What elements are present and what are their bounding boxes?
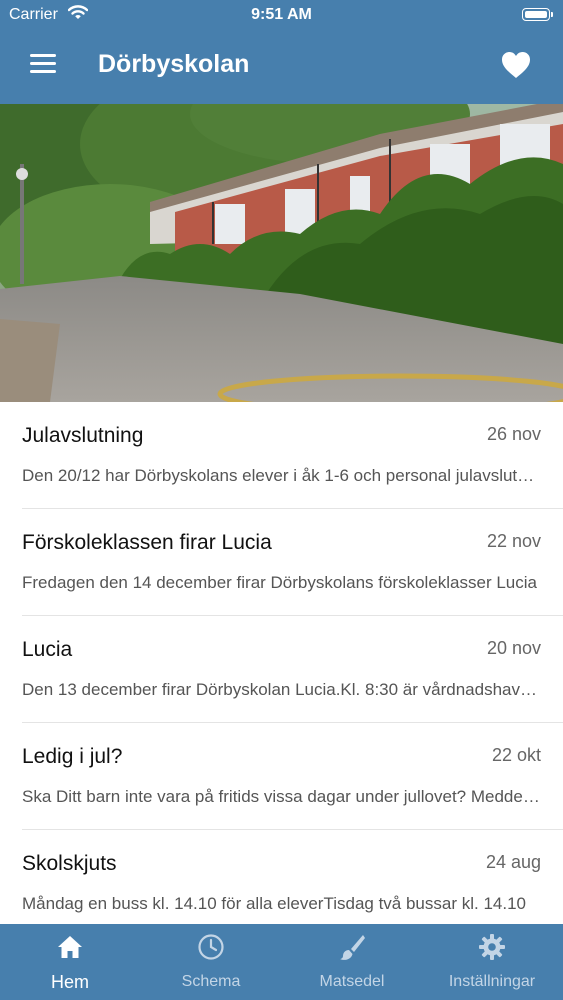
tab-settings[interactable]: Inställningar bbox=[422, 924, 562, 1000]
news-date: 24 aug bbox=[485, 852, 541, 872]
tab-home[interactable]: Hem bbox=[0, 924, 140, 1000]
hamburger-menu-button[interactable] bbox=[30, 54, 58, 78]
news-excerpt: Den 13 december firar Dörbyskolan Lucia.… bbox=[22, 680, 542, 699]
gear-icon bbox=[479, 934, 505, 960]
news-item[interactable]: Skolskjuts 24 aug Måndag en buss kl. 14.… bbox=[22, 830, 563, 937]
news-title: Ledig i jul? bbox=[22, 745, 123, 768]
news-date: 26 nov bbox=[486, 424, 541, 444]
brush-icon bbox=[340, 935, 365, 960]
tab-label: Inställningar bbox=[448, 973, 536, 990]
page-title: Dörbyskolan bbox=[98, 50, 250, 78]
news-date: 22 nov bbox=[486, 531, 541, 551]
news-title: Lucia bbox=[22, 638, 73, 661]
news-date: 20 nov bbox=[486, 638, 541, 658]
tab-menu[interactable]: Matsedel bbox=[282, 924, 422, 1000]
home-icon bbox=[58, 936, 82, 958]
hero-image bbox=[0, 104, 563, 402]
tab-label: Hem bbox=[50, 972, 89, 992]
news-title: Julavslutning bbox=[22, 424, 144, 447]
status-time: 9:51 AM bbox=[251, 6, 312, 23]
news-title: Förskoleklassen firar Lucia bbox=[22, 531, 272, 554]
heart-icon[interactable] bbox=[500, 50, 532, 80]
app-header: Carrier 9:51 AM Dörbyskolan bbox=[0, 0, 563, 104]
news-list: Julavslutning 26 nov Den 20/12 har Dörby… bbox=[0, 402, 563, 937]
news-date: 22 okt bbox=[491, 745, 541, 765]
news-item[interactable]: Ledig i jul? 22 okt Ska Ditt barn inte v… bbox=[22, 723, 563, 830]
tab-schedule[interactable]: Schema bbox=[141, 924, 281, 1000]
hamburger-icon-line bbox=[30, 62, 56, 65]
news-title: Skolskjuts bbox=[22, 852, 117, 875]
news-excerpt: Fredagen den 14 december firar Dörbyskol… bbox=[22, 573, 537, 592]
status-bar: Carrier 9:51 AM bbox=[0, 0, 563, 30]
school-photo bbox=[0, 104, 563, 402]
hamburger-icon-line bbox=[30, 70, 56, 73]
tab-bar: Hem Schema Matsedel Inställningar bbox=[0, 924, 563, 1000]
news-item[interactable]: Julavslutning 26 nov Den 20/12 har Dörby… bbox=[22, 402, 563, 509]
news-excerpt: Ska Ditt barn inte vara på fritids vissa… bbox=[22, 787, 542, 806]
battery-icon bbox=[522, 8, 553, 21]
news-excerpt: Den 20/12 har Dörbyskolans elever i åk 1… bbox=[22, 466, 542, 485]
tab-label: Matsedel bbox=[319, 973, 385, 990]
clock-icon bbox=[198, 934, 224, 960]
news-item[interactable]: Förskoleklassen firar Lucia 22 nov Freda… bbox=[22, 509, 563, 616]
tab-label: Schema bbox=[181, 973, 241, 990]
hamburger-icon bbox=[30, 54, 56, 57]
news-excerpt: Måndag en buss kl. 14.10 för alla elever… bbox=[22, 894, 526, 913]
news-item[interactable]: Lucia 20 nov Den 13 december firar Dörby… bbox=[22, 616, 563, 723]
